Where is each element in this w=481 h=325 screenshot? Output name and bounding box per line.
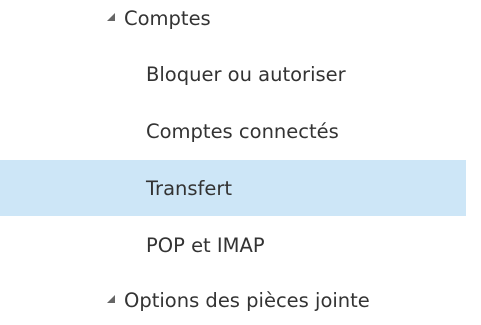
nav-item-label: Bloquer ou autoriser [146, 62, 346, 86]
caret-down-right-icon[interactable] [106, 294, 116, 304]
options-navigation: Comptes Bloquer ou autoriser Comptes con… [0, 0, 481, 325]
nav-group-comptes[interactable]: Comptes [0, 0, 466, 46]
nav-item-bloquer-ou-autoriser[interactable]: Bloquer ou autoriser [0, 46, 466, 102]
nav-item-comptes-connectes[interactable]: Comptes connectés [0, 103, 466, 159]
nav-item-transfert[interactable]: Transfert [0, 160, 466, 216]
nav-item-label: Transfert [146, 176, 233, 200]
nav-item-pop-et-imap[interactable]: POP et IMAP [0, 217, 466, 273]
nav-group-options-des-pieces-jointes[interactable]: Options des pièces jointe [0, 272, 466, 325]
nav-group-label: Comptes [124, 6, 211, 30]
nav-group-label: Options des pièces jointe [124, 288, 370, 312]
nav-item-label: Comptes connectés [146, 119, 339, 143]
navigation-panel: Comptes Bloquer ou autoriser Comptes con… [0, 0, 466, 325]
caret-down-right-icon[interactable] [106, 12, 116, 22]
nav-item-label: POP et IMAP [146, 233, 265, 257]
